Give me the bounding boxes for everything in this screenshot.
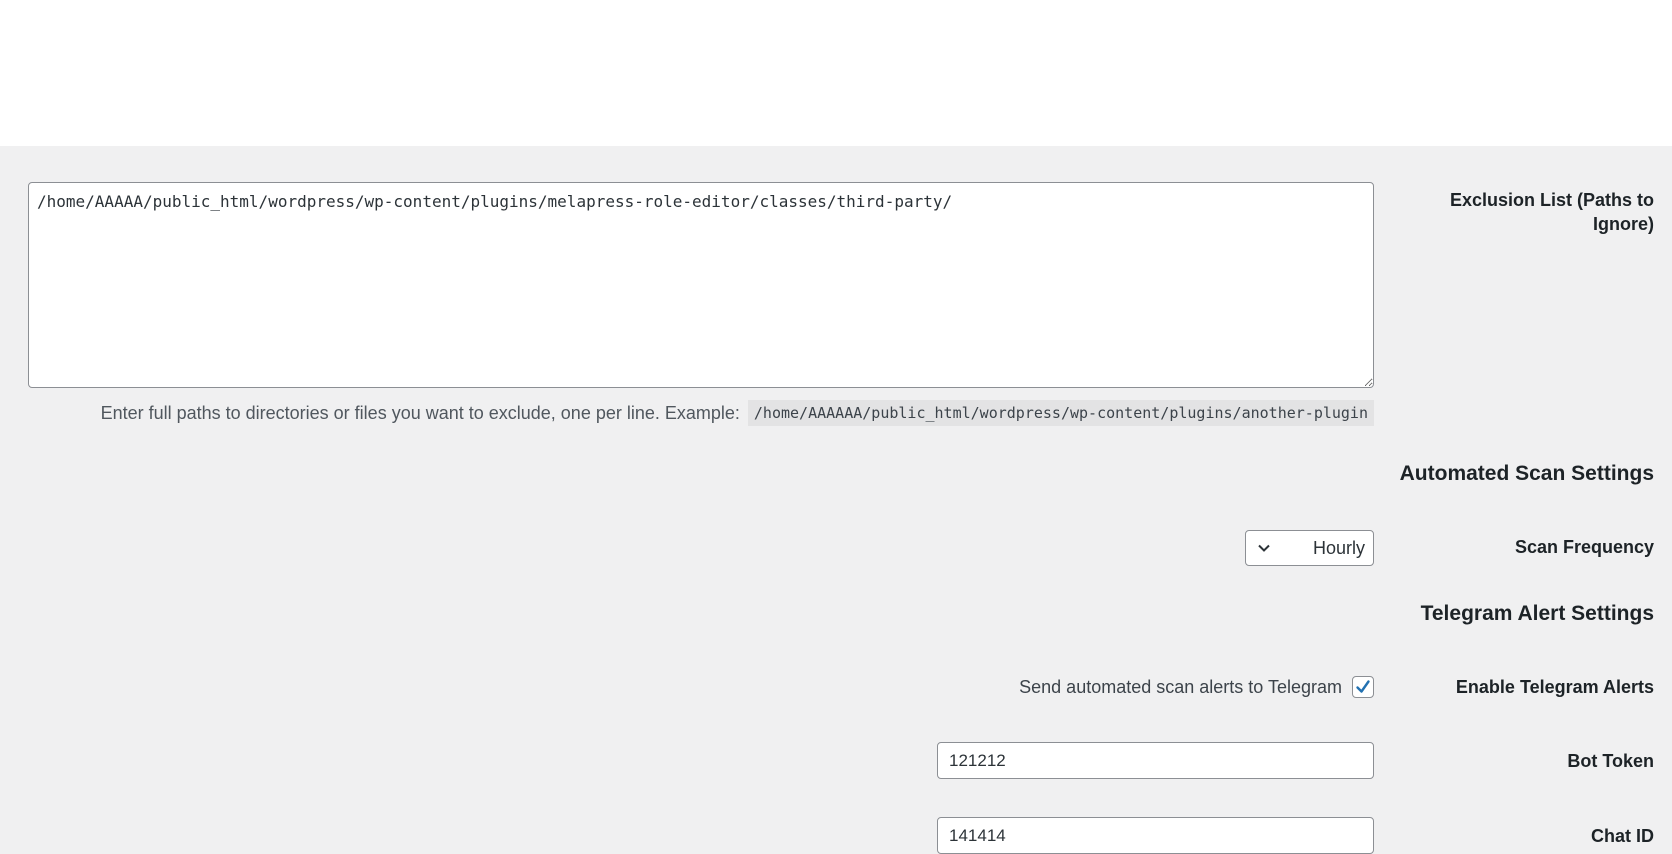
bot-token-input[interactable] <box>937 742 1374 779</box>
scan-frequency-value: Hourly <box>1312 537 1365 558</box>
top-header-area <box>0 0 1672 146</box>
enable-telegram-alerts-row: Send automated scan alerts to Telegram <box>1019 676 1374 698</box>
exclusion-list-label: Exclusion List (Paths to Ignore) <box>1449 190 1654 234</box>
exclusion-help-description: Enter full paths to directories or files… <box>100 402 740 423</box>
enable-telegram-alerts-description: Send automated scan alerts to Telegram <box>1019 676 1342 697</box>
exclusion-help-text: Enter full paths to directories or files… <box>101 400 1374 426</box>
bot-token-label: Bot Token <box>1567 751 1654 771</box>
scan-frequency-select[interactable]: Hourly <box>1245 530 1374 566</box>
telegram-alert-settings-heading: Telegram Alert Settings <box>1420 602 1654 625</box>
automated-scan-settings-heading: Automated Scan Settings <box>1399 462 1654 485</box>
enable-telegram-alerts-checkbox[interactable] <box>1352 676 1374 698</box>
enable-telegram-alerts-label: Enable Telegram Alerts <box>1455 677 1654 697</box>
chat-id-input[interactable] <box>937 817 1374 854</box>
chat-id-label: Chat ID <box>1591 826 1654 846</box>
scan-frequency-label: Scan Frequency <box>1514 537 1654 557</box>
exclusion-list-textarea[interactable]: /home/AAAAA/public_html/wordpress/wp-con… <box>28 182 1374 388</box>
checkmark-icon <box>1356 680 1370 693</box>
chevron-down-icon <box>1256 540 1272 556</box>
exclusion-example-path: /home/AAAAAA/public_html/wordpress/wp-co… <box>747 400 1374 426</box>
